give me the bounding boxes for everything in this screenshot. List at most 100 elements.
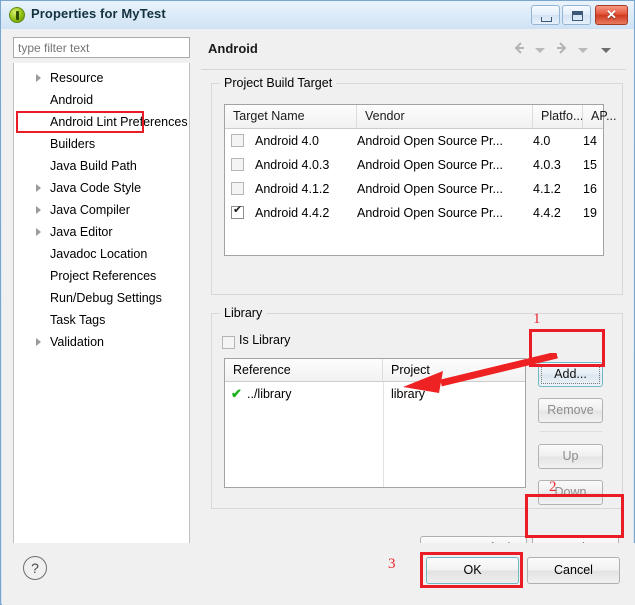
sidebar-item-label: Java Build Path xyxy=(50,159,137,173)
button-divider xyxy=(540,431,602,432)
table-row[interactable]: Android 4.0 Android Open Source Pr... 4.… xyxy=(225,129,603,153)
sidebar-item-label: Task Tags xyxy=(50,313,106,327)
annotation-highlight-ok xyxy=(420,552,523,588)
sidebar-item-label: Java Editor xyxy=(50,225,113,239)
sidebar-item-label: Builders xyxy=(50,137,96,151)
column-header-api[interactable]: AP... xyxy=(583,105,623,128)
chevron-right-icon[interactable] xyxy=(36,184,41,192)
forward-dropdown-caret-icon[interactable] xyxy=(578,48,588,53)
table-row[interactable]: Android 4.0.3 Android Open Source Pr... … xyxy=(225,153,603,177)
sidebar-item-label: Validation xyxy=(50,335,104,349)
cell-target-name: Android 4.0.3 xyxy=(255,158,330,172)
chevron-right-icon[interactable] xyxy=(36,338,41,346)
build-target-table[interactable]: Target Name Vendor Platfo... AP... Andro… xyxy=(224,104,616,256)
search-input[interactable] xyxy=(13,37,190,58)
sidebar-item-label: Java Code Style xyxy=(50,181,142,195)
remove-button[interactable]: Remove xyxy=(538,398,603,423)
maximize-button[interactable] xyxy=(562,5,591,25)
back-dropdown-caret-icon[interactable] xyxy=(535,48,545,53)
close-button[interactable]: ✕ xyxy=(595,5,628,25)
move-up-button[interactable]: Up xyxy=(538,444,603,469)
red-pointer-arrow xyxy=(403,353,558,393)
row-checkbox[interactable] xyxy=(231,182,244,195)
sidebar-item-resource[interactable]: Resource xyxy=(14,67,191,89)
page-title: Android xyxy=(208,41,258,56)
row-checkbox[interactable] xyxy=(231,158,244,171)
cell-api: 14 xyxy=(583,134,597,148)
cell-target-name: Android 4.0 xyxy=(255,134,319,148)
title-divider xyxy=(201,69,626,70)
sidebar-item-label: Java Compiler xyxy=(50,203,130,217)
view-menu-caret-icon[interactable] xyxy=(601,48,611,53)
help-icon[interactable]: ? xyxy=(23,556,47,580)
is-library-label: Is Library xyxy=(239,333,291,347)
chevron-right-icon[interactable] xyxy=(36,74,41,82)
is-library-checkbox[interactable] xyxy=(222,336,235,349)
back-arrow-icon[interactable] xyxy=(512,41,526,55)
annotation-step-2: 2 xyxy=(549,479,557,495)
sidebar-item-java-compiler[interactable]: Java Compiler xyxy=(14,199,191,221)
sidebar-item-java-editor[interactable]: Java Editor xyxy=(14,221,191,243)
cell-api: 16 xyxy=(583,182,597,196)
cell-platform: 4.0 xyxy=(533,134,551,148)
cell-api: 19 xyxy=(583,206,597,220)
row-checkbox[interactable] xyxy=(231,134,244,147)
table-row[interactable]: Android 4.1.2 Android Open Source Pr... … xyxy=(225,177,603,201)
column-header-vendor[interactable]: Vendor xyxy=(357,105,533,128)
sidebar-item-label: Project References xyxy=(50,269,157,283)
maximize-icon xyxy=(572,11,583,21)
annotation-highlight-android xyxy=(16,111,144,133)
cancel-label: Cancel xyxy=(554,563,593,577)
annotation-step-1: 1 xyxy=(533,311,541,327)
column-header-platform[interactable]: Platfo... xyxy=(533,105,583,128)
table-header-row: Target Name Vendor Platfo... AP... xyxy=(225,105,616,129)
sidebar-item-validation[interactable]: Validation xyxy=(14,331,191,353)
sidebar-item-project-references[interactable]: Project References xyxy=(14,265,191,287)
chevron-right-icon[interactable] xyxy=(36,206,41,214)
table-row[interactable]: Android 4.4.2 Android Open Source Pr... … xyxy=(225,201,603,225)
cell-api: 15 xyxy=(583,158,597,172)
cell-vendor: Android Open Source Pr... xyxy=(357,134,503,148)
cell-target-name: Android 4.1.2 xyxy=(255,182,330,196)
window-title: Properties for MyTest xyxy=(31,6,166,21)
help-label: ? xyxy=(31,560,39,576)
sidebar-item-java-build-path[interactable]: Java Build Path xyxy=(14,155,191,177)
check-mark-icon: ✔ xyxy=(231,386,242,401)
sidebar-item-java-code-style[interactable]: Java Code Style xyxy=(14,177,191,199)
sidebar-item-android[interactable]: Android xyxy=(14,89,191,111)
group-label-build-target: Project Build Target xyxy=(220,76,337,90)
minimize-icon xyxy=(541,17,552,22)
row-checkbox[interactable] xyxy=(231,203,244,219)
cell-platform: 4.0.3 xyxy=(533,158,561,172)
dialog-footer: ? OK Cancel xyxy=(2,543,635,605)
minimize-button[interactable] xyxy=(531,5,560,25)
cell-vendor: Android Open Source Pr... xyxy=(357,182,503,196)
sidebar-item-label: Run/Debug Settings xyxy=(50,291,162,305)
android-settings-page: Android Project Build Target Target Name xyxy=(201,29,633,518)
sidebar-item-label: Javadoc Location xyxy=(50,247,148,261)
sidebar-item-task-tags[interactable]: Task Tags xyxy=(14,309,191,331)
cell-vendor: Android Open Source Pr... xyxy=(357,206,503,220)
column-header-target-name[interactable]: Target Name xyxy=(225,105,357,128)
cell-vendor: Android Open Source Pr... xyxy=(357,158,503,172)
cell-platform: 4.4.2 xyxy=(533,206,561,220)
settings-tree[interactable]: Resource Android Android Lint Preference… xyxy=(13,63,190,547)
cancel-button[interactable]: Cancel xyxy=(527,557,620,584)
cell-reference: ../library xyxy=(247,387,292,401)
properties-dialog-window: Properties for MyTest ✕ Resource Android… xyxy=(0,0,635,605)
annotation-step-3: 3 xyxy=(388,556,396,572)
sidebar-item-builders[interactable]: Builders xyxy=(14,133,191,155)
sidebar-item-javadoc-location[interactable]: Javadoc Location xyxy=(14,243,191,265)
chevron-right-icon[interactable] xyxy=(36,228,41,236)
project-build-target-group: Project Build Target Target Name Vendor … xyxy=(211,76,623,295)
cell-platform: 4.1.2 xyxy=(533,182,561,196)
window-titlebar: Properties for MyTest ✕ xyxy=(1,1,634,29)
sidebar-item-label: Android xyxy=(50,93,94,107)
dialog-client-area: Resource Android Android Lint Preference… xyxy=(2,29,635,574)
annotation-highlight-apply xyxy=(525,494,624,538)
forward-arrow-icon[interactable] xyxy=(555,41,569,55)
eclipse-properties-icon xyxy=(9,7,25,23)
column-header-reference[interactable]: Reference xyxy=(225,359,383,381)
sidebar-item-label: Resource xyxy=(50,71,104,85)
sidebar-item-run-debug-settings[interactable]: Run/Debug Settings xyxy=(14,287,191,309)
